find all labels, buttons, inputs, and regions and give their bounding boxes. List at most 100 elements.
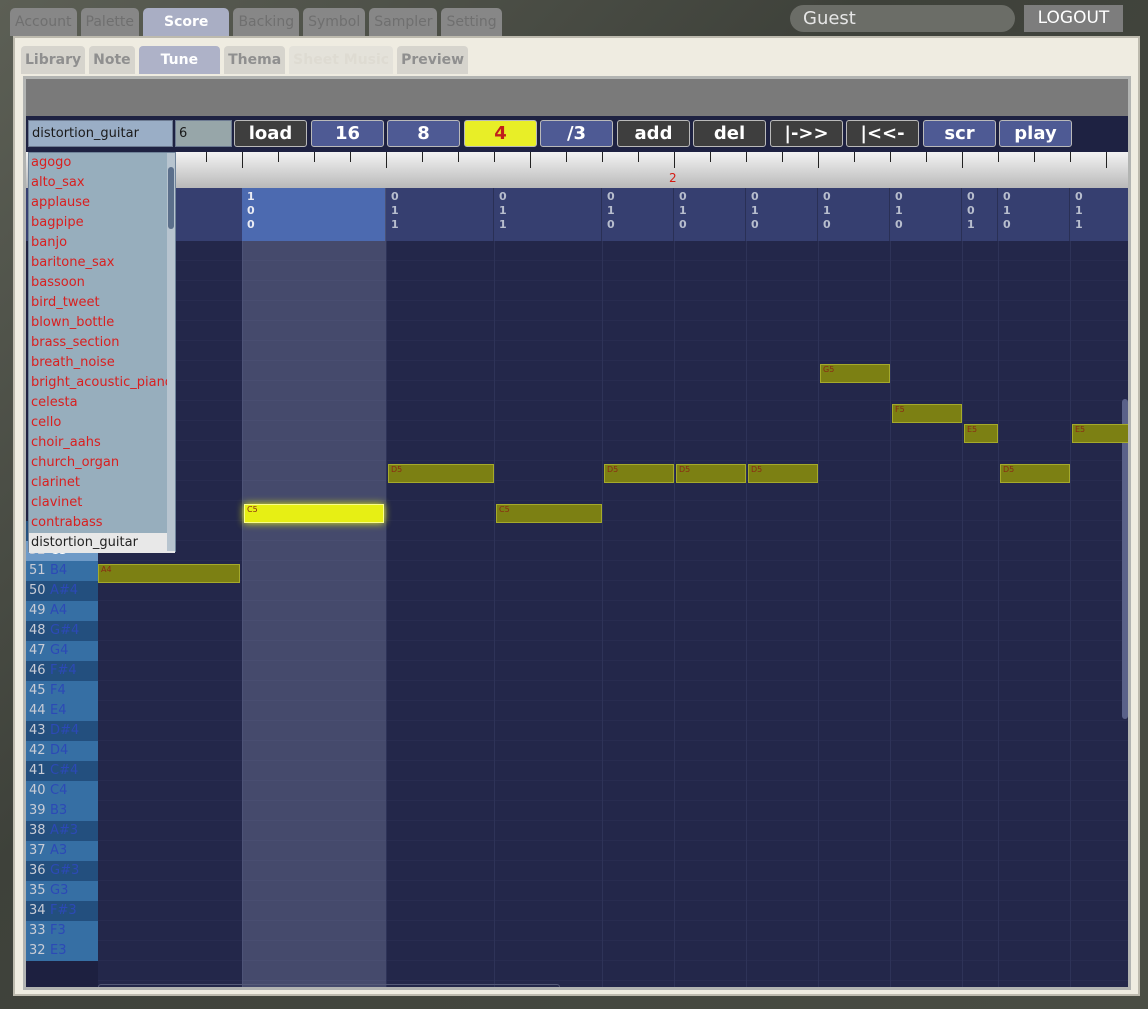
instrument-option[interactable]: alto_sax xyxy=(29,173,175,193)
tab-tune[interactable]: Tune xyxy=(138,46,221,74)
note-block[interactable]: D5 xyxy=(1000,464,1070,483)
note-block[interactable]: A4 xyxy=(98,564,240,583)
tab-thema[interactable]: Thema xyxy=(224,46,286,74)
note-block[interactable]: D5 xyxy=(388,464,494,483)
instrument-option[interactable]: distortion_guitar xyxy=(29,533,175,553)
piano-key[interactable]: 49 A4 xyxy=(26,601,98,621)
add-button[interactable]: add xyxy=(617,120,690,147)
piano-key[interactable]: 41 C#4 xyxy=(26,761,98,781)
instrument-option[interactable]: breath_noise xyxy=(29,353,175,373)
logout-button[interactable]: LOGOUT xyxy=(1024,5,1123,32)
del-button[interactable]: del xyxy=(693,120,766,147)
velocity-cell[interactable]: 0 1 0 xyxy=(602,188,674,241)
instrument-option[interactable]: celesta xyxy=(29,393,175,413)
instrument-option[interactable]: choir_aahs xyxy=(29,433,175,453)
velocity-values: 0 1 0 xyxy=(607,190,615,231)
note-8-button[interactable]: 8 xyxy=(387,120,460,147)
note-block[interactable]: D5 xyxy=(676,464,746,483)
note-block[interactable]: C5 xyxy=(496,504,602,523)
piano-key[interactable]: 39 B3 xyxy=(26,801,98,821)
tab-sheet-music[interactable]: Sheet Music xyxy=(289,46,394,74)
move-right-button[interactable]: |->> xyxy=(770,120,843,147)
velocity-cell[interactable]: 0 1 0 xyxy=(746,188,818,241)
vertical-scrollbar[interactable] xyxy=(1122,399,1128,719)
note-block[interactable]: E5 xyxy=(1072,424,1128,443)
dropdown-scrollbar[interactable] xyxy=(167,153,175,551)
piano-keys: 53D#552C551B450A#449A448G#447G446F#445F4… xyxy=(26,521,98,987)
instrument-option[interactable]: bright_acoustic_piano xyxy=(29,373,175,393)
instrument-option[interactable]: brass_section xyxy=(29,333,175,353)
piano-key[interactable]: 43 D#4 xyxy=(26,721,98,741)
instrument-option[interactable]: applause xyxy=(29,193,175,213)
piano-key[interactable]: 35 G3 xyxy=(26,881,98,901)
piano-key[interactable]: 32 E3 xyxy=(26,941,98,961)
tab-note[interactable]: Note xyxy=(89,46,135,74)
instrument-option[interactable]: contrabass xyxy=(29,513,175,533)
instrument-option[interactable]: blown_bottle xyxy=(29,313,175,333)
velocity-cell[interactable]: 0 1 0 xyxy=(890,188,962,241)
triplet-button[interactable]: /3 xyxy=(540,120,613,147)
piano-key[interactable]: 37 A3 xyxy=(26,841,98,861)
piano-key[interactable]: 38 A#3 xyxy=(26,821,98,841)
note-block[interactable]: F5 xyxy=(892,404,962,423)
load-button[interactable]: load xyxy=(234,120,307,147)
piano-key[interactable]: 48 G#4 xyxy=(26,621,98,641)
piano-key[interactable]: 46 F#4 xyxy=(26,661,98,681)
tab-backing[interactable]: Backing xyxy=(233,8,300,36)
piano-key[interactable]: 51 B4 xyxy=(26,561,98,581)
piano-key[interactable]: 40 C4 xyxy=(26,781,98,801)
velocity-cell[interactable]: 0 1 1 xyxy=(1070,188,1128,241)
instrument-option[interactable]: church_organ xyxy=(29,453,175,473)
note-block[interactable]: G5 xyxy=(820,364,890,383)
tab-account[interactable]: Account xyxy=(10,8,77,36)
piano-key[interactable]: 44 E4 xyxy=(26,701,98,721)
instrument-dropdown[interactable]: agogo alto_sax applause bagpipe banjo bariton… xyxy=(28,152,176,553)
scr-button[interactable]: scr xyxy=(923,120,996,147)
piano-key[interactable]: 34 F#3 xyxy=(26,901,98,921)
horizontal-scrollbar[interactable] xyxy=(98,984,560,987)
timeline-ruler[interactable]: 2 xyxy=(26,152,1128,188)
ruler-tick xyxy=(710,152,711,162)
play-button[interactable]: play xyxy=(999,120,1072,147)
piano-key[interactable]: 45 F4 xyxy=(26,681,98,701)
tab-score[interactable]: Score xyxy=(143,8,230,36)
note-block[interactable]: C5 xyxy=(244,504,384,523)
piano-key[interactable]: 50 A#4 xyxy=(26,581,98,601)
velocity-cell[interactable]: 0 1 0 xyxy=(818,188,890,241)
piano-key[interactable]: 36 G#3 xyxy=(26,861,98,881)
note-block[interactable]: D5 xyxy=(604,464,674,483)
velocity-cell[interactable]: 0 0 1 xyxy=(962,188,998,241)
note-4-button[interactable]: 4 xyxy=(464,120,537,147)
instrument-option[interactable]: bassoon xyxy=(29,273,175,293)
piano-key[interactable]: 42 D4 xyxy=(26,741,98,761)
ruler-tick xyxy=(494,152,495,162)
dropdown-scroll-thumb[interactable] xyxy=(168,167,174,229)
tab-preview[interactable]: Preview xyxy=(397,46,469,74)
velocity-cell[interactable]: 0 1 0 xyxy=(674,188,746,241)
tab-setting[interactable]: Setting xyxy=(441,8,502,36)
instrument-option[interactable]: banjo xyxy=(29,233,175,253)
instrument-option[interactable]: bird_tweet xyxy=(29,293,175,313)
number-input[interactable]: 6 xyxy=(175,120,232,147)
instrument-select[interactable]: distortion_guitar xyxy=(28,120,173,147)
instrument-option[interactable]: baritone_sax xyxy=(29,253,175,273)
instrument-option[interactable]: bagpipe xyxy=(29,213,175,233)
velocity-cell[interactable]: 0 1 0 xyxy=(998,188,1070,241)
velocity-row: 1 0 00 1 10 1 10 1 00 1 00 1 00 1 00 1 0… xyxy=(26,188,1128,241)
tab-palette[interactable]: Palette xyxy=(80,8,140,36)
instrument-option[interactable]: agogo xyxy=(29,153,175,173)
instrument-option[interactable]: cello xyxy=(29,413,175,433)
instrument-option[interactable]: clarinet xyxy=(29,473,175,493)
move-left-button[interactable]: |<<- xyxy=(846,120,919,147)
note-16-button[interactable]: 16 xyxy=(311,120,384,147)
tab-library[interactable]: Library xyxy=(21,46,86,74)
tab-symbol[interactable]: Symbol xyxy=(303,8,366,36)
tab-sampler[interactable]: Sampler xyxy=(369,8,438,36)
note-block[interactable]: D5 xyxy=(748,464,818,483)
instrument-option[interactable]: clavinet xyxy=(29,493,175,513)
velocity-cell[interactable]: 0 1 1 xyxy=(494,188,602,241)
piano-key[interactable]: 47 G4 xyxy=(26,641,98,661)
piano-key[interactable]: 33 F3 xyxy=(26,921,98,941)
velocity-cell[interactable]: 0 1 1 xyxy=(386,188,494,241)
note-block[interactable]: E5 xyxy=(964,424,998,443)
